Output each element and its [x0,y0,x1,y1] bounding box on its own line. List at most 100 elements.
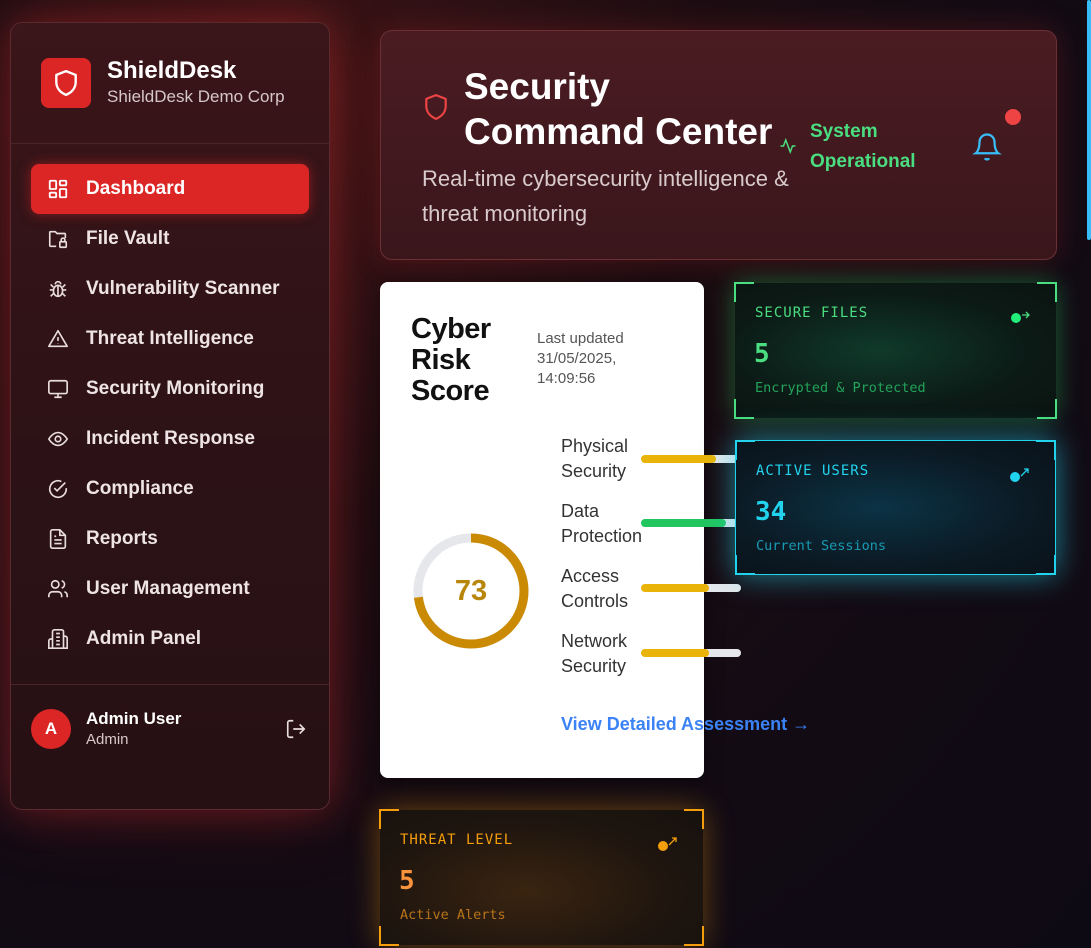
arrow-up-right-dot-icon [1009,467,1033,487]
metric-network-security: Network Security [561,629,761,679]
stat-label: THREAT LEVEL [400,832,514,848]
metric-label: Data Protection [561,501,643,546]
warning-triangle-icon [46,327,70,351]
sidebar-item-vulnerability-scanner[interactable]: Vulnerability Scanner [31,264,309,314]
folder-lock-icon [46,227,70,251]
brand[interactable]: ShieldDesk ShieldDesk Demo Corp [41,57,285,109]
sidebar-item-file-vault[interactable]: File Vault [31,214,309,264]
stat-threat-level[interactable]: THREAT LEVEL 5 Active Alerts [379,809,704,946]
sidebar-item-label: File Vault [86,228,170,249]
corner-bracket [735,440,755,460]
risk-score-card: Cyber Risk Score Last updated 31/05/2025… [380,282,810,778]
page-subtitle: Real-time cybersecurity intelligence & t… [422,166,789,226]
corner-bracket [1037,282,1057,302]
corner-bracket [734,399,754,419]
corner-bracket [379,926,399,946]
stat-sub: Encrypted & Protected [755,380,926,396]
system-status: System Operational [810,121,916,172]
last-updated: Last updated 31/05/2025, 14:09:56 [537,330,624,387]
metric-data-protection: Data Protection [561,499,761,549]
sidebar-divider [11,684,329,685]
sidebar-item-reports[interactable]: Reports [31,514,309,564]
metric-bar-track [641,649,741,657]
arrow-right-dot-icon [1010,309,1034,328]
stat-active-users[interactable]: ACTIVE USERS 34 Current Sessions [735,440,1056,575]
sidebar-item-threat-intelligence[interactable]: Threat Intelligence [31,314,309,364]
sidebar-item-compliance[interactable]: Compliance [31,464,309,514]
brand-org: ShieldDesk Demo Corp [107,87,285,106]
user-role: Admin [86,731,129,748]
stat-sub: Active Alerts [400,907,506,923]
metric-bar-fill [641,584,709,592]
user-profile: A Admin User Admin [31,708,311,750]
sidebar: ShieldDesk ShieldDesk Demo Corp Dashboar… [10,22,330,810]
corner-bracket [379,809,399,829]
corner-bracket [684,926,704,946]
corner-bracket [1036,440,1056,460]
corner-bracket [684,809,704,829]
view-assessment-link[interactable]: View Detailed Assessment → [561,714,810,735]
metric-bar-fill [641,649,709,657]
brand-name: ShieldDesk [107,57,237,84]
corner-bracket [734,282,754,302]
stat-secure-files[interactable]: SECURE FILES 5 Encrypted & Protected [734,282,1057,419]
metric-bar-track [641,584,741,592]
sidebar-item-security-monitoring[interactable]: Security Monitoring [31,364,309,414]
monitor-icon [46,377,70,401]
sidebar-item-label: Compliance [86,478,194,499]
sidebar-item-label: User Management [86,578,250,599]
sidebar-item-label: Admin Panel [86,628,202,649]
metric-bar-fill [641,519,726,527]
sidebar-item-label: Reports [86,528,158,549]
shield-icon [41,58,91,108]
metric-label: Access Controls [561,566,629,611]
sidebar-item-label: Security Monitoring [86,378,265,399]
user-name: Admin User [86,709,182,728]
sidebar-item-label: Threat Intelligence [86,328,254,349]
corner-bracket [735,555,755,575]
metric-bar-track [641,519,741,527]
metric-bar-track [641,455,741,463]
stat-sub: Current Sessions [756,538,887,554]
stat-value: 34 [755,497,787,527]
scrollbar[interactable] [1087,0,1091,240]
metric-label: Physical Security [561,436,629,481]
page-title: Security Command Center [464,66,773,152]
sidebar-item-label: Incident Response [86,428,255,449]
shield-icon [423,93,449,126]
bug-icon [46,277,70,301]
bell-icon[interactable] [972,131,1002,168]
sidebar-item-dashboard[interactable]: Dashboard [31,164,309,214]
eye-icon [46,427,70,451]
metric-label: Network Security [561,631,628,676]
risk-score-value: 73 [454,574,488,607]
metric-access-controls: Access Controls [561,564,761,614]
logout-icon[interactable] [285,718,307,745]
users-icon [46,577,70,601]
sidebar-nav: Dashboard File Vault Vulnerability Scann… [31,164,309,664]
stat-value: 5 [754,339,770,369]
avatar[interactable]: A [31,709,71,749]
stat-label: SECURE FILES [755,305,869,321]
corner-bracket [1037,399,1057,419]
file-text-icon [46,527,70,551]
dashboard-icon [46,177,70,201]
sidebar-divider [11,143,329,144]
check-circle-icon [46,477,70,501]
corner-bracket [1036,555,1056,575]
sidebar-item-user-management[interactable]: User Management [31,564,309,614]
notification-dot [1005,109,1021,125]
sidebar-item-incident-response[interactable]: Incident Response [31,414,309,464]
building-icon [46,627,70,651]
sidebar-item-admin-panel[interactable]: Admin Panel [31,614,309,664]
metric-bar-fill [641,455,716,463]
header-card: Security Command Center Real-time cybers… [380,30,1057,260]
sidebar-item-label: Dashboard [86,178,186,199]
arrow-up-right-dot-icon [657,836,681,856]
metric-physical-security: Physical Security [561,434,761,484]
stat-label: ACTIVE USERS [756,463,870,479]
stat-value: 5 [399,866,415,896]
activity-icon [779,137,797,160]
risk-title: Cyber Risk Score [411,313,491,407]
sidebar-item-label: Vulnerability Scanner [86,278,280,299]
